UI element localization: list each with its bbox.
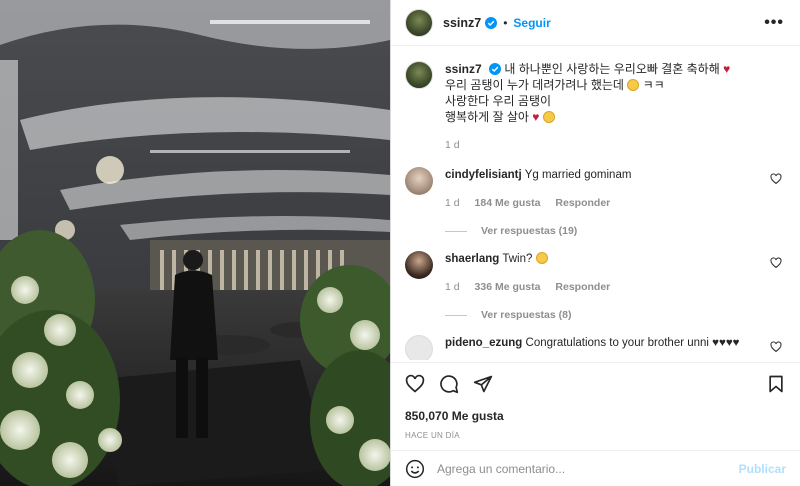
like-comment-heart-icon[interactable]: [770, 257, 782, 269]
instagram-post: ssinz7 • Seguir ••• ssinz7 내 하나뿐인 사랑하는 우…: [0, 0, 800, 486]
smiling-emoji-icon: [535, 252, 548, 264]
author-avatar[interactable]: [405, 8, 433, 37]
rose-icon: ♥: [723, 62, 731, 76]
comment-text: Congratulations to your brother unni ♥♥♥…: [525, 337, 740, 349]
comment-item: pideno_ezung Congratulations to your bro…: [405, 335, 786, 360]
publish-button[interactable]: Publicar: [739, 462, 786, 476]
caption-line-2-suffix: ㅋㅋ: [642, 78, 665, 92]
comment-meta: 1 d 336 Me gusta Responder: [445, 279, 755, 295]
wedding-hall-image: [0, 0, 390, 486]
replies-divider: [445, 314, 467, 316]
more-options-button[interactable]: •••: [764, 14, 784, 32]
post-header: ssinz7 • Seguir •••: [391, 0, 800, 46]
post-time: HACE UN DÍA: [405, 431, 460, 440]
comment-username[interactable]: cindyfelisiantj: [445, 169, 522, 181]
add-comment-bar: Publicar: [391, 450, 800, 486]
comment-bubble-icon[interactable]: [439, 374, 459, 394]
caption-username[interactable]: ssinz7: [445, 62, 482, 76]
verified-badge-icon: [489, 63, 502, 75]
view-replies-label: Ver respuestas (8): [481, 309, 572, 321]
comment-body: pideno_ezung Congratulations to your bro…: [445, 335, 755, 360]
caption-avatar[interactable]: [405, 61, 433, 89]
reply-button[interactable]: Responder: [555, 197, 610, 209]
comment-item: cindyfelisiantj Yg married gominam 1 d 1…: [405, 167, 786, 211]
author-username[interactable]: ssinz7: [443, 16, 481, 30]
caption-line-1: 내 하나뿐인 사랑하는 우리오빠 결혼 축하해: [504, 62, 720, 76]
caption-line-3: 사랑한다 우리 곰탱이: [445, 94, 552, 108]
follow-button[interactable]: Seguir: [513, 16, 550, 30]
caption-body: ssinz7 내 하나뿐인 사랑하는 우리오빠 결혼 축하해 ♥ 우리 곰탱이 …: [445, 61, 730, 153]
comment-meta: 1 d 184 Me gusta Responder: [445, 195, 755, 211]
comment-body: cindyfelisiantj Yg married gominam 1 d 1…: [445, 167, 755, 211]
smiling-emoji-icon: [542, 111, 555, 123]
replies-divider: [445, 230, 467, 232]
comment-username[interactable]: shaerlang: [445, 253, 499, 265]
comment-likes[interactable]: 184 Me gusta: [475, 197, 541, 209]
like-heart-icon[interactable]: [405, 374, 425, 394]
comment-username[interactable]: pideno_ezung: [445, 337, 522, 349]
commenter-avatar[interactable]: [405, 167, 433, 195]
save-bookmark-icon[interactable]: [766, 374, 786, 394]
rose-icon: ♥: [532, 110, 540, 124]
action-icons: [405, 373, 786, 395]
emoji-picker-icon[interactable]: [405, 459, 425, 479]
verified-badge-icon: [485, 16, 498, 29]
view-replies-label: Ver respuestas (19): [481, 225, 578, 237]
comment-text: Twin?: [502, 253, 533, 265]
comments-list[interactable]: ssinz7 내 하나뿐인 사랑하는 우리오빠 결혼 축하해 ♥ 우리 곰탱이 …: [391, 47, 800, 360]
post-photo[interactable]: [0, 0, 390, 486]
caption-line-4: 행복하게 잘 살아: [445, 110, 529, 124]
view-replies-button[interactable]: Ver respuestas (19): [445, 225, 786, 237]
thinking-emoji-icon: [627, 79, 640, 91]
comment-time: 1 d: [445, 281, 460, 293]
caption-time: 1 d: [445, 139, 460, 151]
post-side-panel: ssinz7 • Seguir ••• ssinz7 내 하나뿐인 사랑하는 우…: [390, 0, 800, 486]
commenter-avatar[interactable]: [405, 251, 433, 279]
commenter-avatar[interactable]: [405, 335, 433, 360]
likes-count[interactable]: 850,070 Me gusta: [405, 409, 786, 423]
add-comment-input[interactable]: [437, 461, 739, 476]
comment-likes[interactable]: 336 Me gusta: [475, 281, 541, 293]
view-replies-button[interactable]: Ver respuestas (8): [445, 309, 786, 321]
comment-time: 1 d: [445, 197, 460, 209]
caption-line-2: 우리 곰탱이 누가 데려가려나 했는데: [445, 78, 624, 92]
separator-dot: •: [503, 15, 508, 30]
comment-body: shaerlang Twin? 1 d 336 Me gusta Respond…: [445, 251, 755, 295]
comment-text: Yg married gominam: [524, 169, 632, 181]
post-caption: ssinz7 내 하나뿐인 사랑하는 우리오빠 결혼 축하해 ♥ 우리 곰탱이 …: [405, 61, 786, 153]
post-actions: 850,070 Me gusta HACE UN DÍA: [391, 362, 800, 444]
comment-item: shaerlang Twin? 1 d 336 Me gusta Respond…: [405, 251, 786, 295]
share-send-icon[interactable]: [473, 374, 493, 394]
like-comment-heart-icon[interactable]: [770, 173, 782, 185]
reply-button[interactable]: Responder: [555, 281, 610, 293]
like-comment-heart-icon[interactable]: [770, 341, 782, 353]
